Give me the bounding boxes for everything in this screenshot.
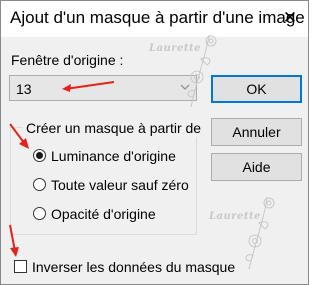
red-arrow-icon <box>9 224 19 257</box>
radio-label: Luminance d'origine <box>51 148 176 164</box>
radio-button[interactable] <box>33 207 46 220</box>
close-button[interactable]: ✕ <box>276 5 304 29</box>
radio-label: Opacité d'origine <box>51 206 156 222</box>
radio-label: Toute valeur sauf zéro <box>51 177 189 193</box>
red-arrow-icon <box>9 123 29 149</box>
invert-mask-checkbox[interactable] <box>14 260 27 273</box>
flower-watermark-icon <box>245 196 275 270</box>
watermark-text: Laurette <box>209 211 262 222</box>
title-bar: Ajout d'un masque à partir d'une image ✕ <box>1 1 308 37</box>
red-arrow-icon <box>62 81 115 92</box>
mask-dialog: Ajout d'un masque à partir d'une image ✕… <box>0 0 309 285</box>
window-title: Ajout d'un masque à partir d'une image <box>10 8 305 27</box>
source-window-label: Fenêtre d'origine : <box>11 52 124 68</box>
watermark-text: Laurette <box>149 43 202 54</box>
ok-button[interactable]: OK <box>211 75 302 103</box>
invert-mask-label: Inverser les données du masque <box>32 259 236 275</box>
help-button[interactable]: Aide <box>211 153 302 181</box>
radio-button[interactable] <box>33 178 46 191</box>
radio-button-selected[interactable] <box>33 149 46 162</box>
create-mask-legend: Créer un masque à partir de <box>23 119 205 137</box>
source-window-value: 13 <box>16 81 32 97</box>
cancel-button[interactable]: Annuler <box>211 118 302 146</box>
